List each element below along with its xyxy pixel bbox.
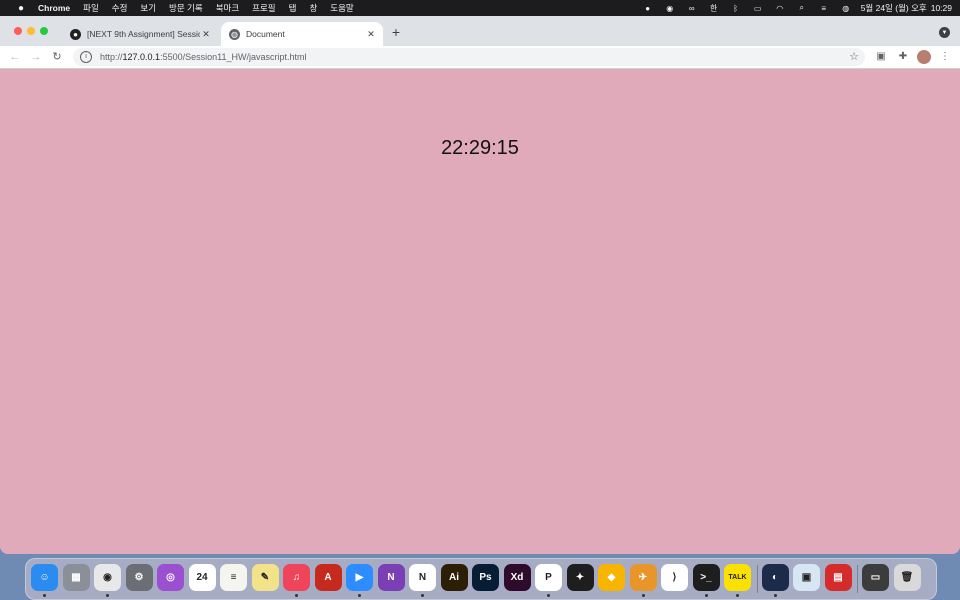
reload-icon[interactable]: ↻ [50, 50, 64, 64]
dock-running-indicator [421, 594, 424, 597]
dock-running-indicator [358, 594, 361, 597]
minimize-window-button[interactable] [27, 27, 35, 35]
dock: ☺ ▦ ◉ ⚙ ◎ 24 ≡ ✎ ♫ A ▶ N N Ai Ps Xd P ✦ ◆ ✈ ⟩ >_ TALK ◐ ▣ ▤ ▭ 🗑 [25, 558, 937, 600]
dock-app-notes-icon[interactable]: ≡ [220, 564, 247, 591]
dock-app-trash-icon[interactable]: 🗑 [893, 564, 921, 591]
dock-app-terminal-icon[interactable]: >_ [692, 564, 720, 591]
tab-github-assignment[interactable]: ● [NEXT 9th Assignment] Sessio ✕ [62, 22, 218, 46]
profile-avatar[interactable] [917, 50, 931, 64]
battery-icon[interactable]: ▭ [753, 4, 763, 13]
bookmark-star-icon[interactable]: ☆ [849, 50, 859, 63]
dock-app-music-icon[interactable]: ♫ [283, 564, 310, 591]
menu-item-edit[interactable]: 수정 [112, 2, 128, 14]
menu-item-tab[interactable]: 탭 [289, 2, 297, 14]
url-host: 127.0.0.1 [122, 52, 161, 62]
dock-separator [756, 565, 758, 593]
back-arrow-icon[interactable]: ← [8, 50, 22, 64]
tab-document[interactable]: ◍ Document ✕ [221, 22, 383, 46]
github-icon: ● [70, 28, 81, 40]
bluetooth-icon[interactable]: ᛒ [731, 4, 741, 13]
dock-running-indicator [773, 594, 777, 597]
dock-app-illustrator-icon[interactable]: Ai [440, 564, 468, 591]
url-path: :5500/Session11_HW/javascript.html [160, 52, 307, 62]
dock-app-kakaotalk-icon[interactable]: TALK [724, 564, 751, 591]
dock-app-preview-icon[interactable]: ▣ [793, 564, 820, 591]
menu-item-history[interactable]: 방문 기록 [169, 2, 203, 14]
dock-running-indicator [547, 594, 550, 597]
menu-item-bookmarks[interactable]: 북마크 [216, 2, 239, 14]
tab-strip: ● [NEXT 9th Assignment] Sessio ✕ ◍ Docum… [0, 16, 960, 46]
tab-search-icon[interactable]: ▼ [939, 27, 950, 38]
screen-record-icon[interactable]: ● [643, 4, 653, 13]
tab-title: [NEXT 9th Assignment] Sessio [87, 29, 200, 39]
dock-app-sketch-icon[interactable]: ◆ [598, 564, 625, 591]
close-tab-icon[interactable]: ✕ [365, 29, 377, 40]
zoom-window-button[interactable] [40, 27, 48, 35]
dock-app-vs-code-icon[interactable]: ⟩ [661, 564, 688, 591]
dock-app-calendar-icon[interactable]: 24 [188, 564, 216, 591]
dock-running-indicator [43, 594, 46, 597]
close-window-button[interactable] [14, 27, 22, 35]
dock-app-cinema-4d-icon[interactable]: ◐ [761, 564, 789, 591]
extensions-puzzle-icon[interactable]: ✚ [896, 50, 910, 64]
wifi-icon[interactable]: ◠ [775, 4, 785, 13]
dock-running-indicator [641, 594, 645, 597]
spotlight-search-icon[interactable]: ⌕ [797, 3, 807, 13]
menu-item-file[interactable]: 파일 [83, 2, 99, 14]
globe-icon: ◍ [229, 28, 240, 40]
dock-app-xd-icon[interactable]: Xd [503, 564, 531, 591]
dock-app-launchpad-icon[interactable]: ▦ [62, 564, 90, 591]
apple-menu-icon[interactable]: ● [14, 3, 28, 14]
tab-title: Document [246, 29, 285, 39]
dock-app-photo-booth-icon[interactable]: ▤ [824, 564, 852, 591]
menu-app-name[interactable]: Chrome [38, 3, 70, 13]
creative-cloud-icon[interactable]: ∞ [687, 4, 697, 13]
notification-icon[interactable]: ◉ [665, 4, 675, 13]
new-tab-button[interactable]: + [389, 25, 403, 39]
dock-app-notion-icon[interactable]: N [409, 564, 436, 591]
dock-app-system-preferences-icon[interactable]: ⚙ [125, 564, 153, 591]
dock-app-finder-icon[interactable]: ☺ [31, 564, 58, 591]
dock-app-picpick-icon[interactable]: P [535, 564, 562, 591]
siri-icon[interactable]: ◍ [841, 4, 851, 13]
address-url[interactable]: http://127.0.0.1:5500/Session11_HW/javas… [100, 52, 306, 62]
page-content: 22:29:15 [0, 69, 960, 554]
dock-separator [857, 565, 858, 593]
digital-clock: 22:29:15 [441, 137, 519, 159]
address-bar[interactable]: i http://127.0.0.1:5500/Session11_HW/jav… [73, 48, 865, 66]
dock-running-indicator [736, 594, 739, 597]
menu-item-view[interactable]: 보기 [140, 2, 156, 14]
menu-item-profile[interactable]: 프로필 [252, 2, 275, 14]
menubar-time[interactable]: 10:29 [931, 3, 952, 13]
status-area: ● ◉ ∞ 한 ᛒ ▭ ◠ ⌕ ≡ ◍ 5월 24일 (월) 오후 10:29 [631, 0, 952, 16]
dock-app-podcasts-icon[interactable]: ◎ [157, 564, 184, 591]
menubar-date[interactable]: 5월 24일 (월) 오후 [861, 2, 927, 14]
dock-running-indicator [704, 594, 708, 597]
dock-app-acrobat-icon[interactable]: A [314, 564, 342, 591]
dock-running-indicator [295, 594, 298, 597]
forward-arrow-icon[interactable]: → [29, 50, 43, 64]
browser-toolbar: ← → ↻ i http://127.0.0.1:5500/Session11_… [0, 46, 960, 69]
dock-app-stickies-icon[interactable]: ✎ [251, 564, 279, 591]
dock-app-zoom-icon[interactable]: ▶ [346, 564, 373, 591]
dock-app-figma-icon[interactable]: ✦ [566, 564, 594, 591]
browser-window: ● [NEXT 9th Assignment] Sessio ✕ ◍ Docum… [0, 16, 960, 554]
dock-running-indicator [106, 594, 109, 597]
site-info-icon[interactable]: i [80, 51, 92, 63]
dock-app-chrome-icon[interactable]: ◉ [94, 564, 121, 591]
close-tab-icon[interactable]: ✕ [200, 29, 212, 40]
menu-item-window[interactable]: 창 [309, 2, 317, 14]
input-source-indicator[interactable]: 한 [709, 4, 719, 13]
menu-item-help[interactable]: 도움말 [330, 2, 353, 14]
dock-app-photoshop-icon[interactable]: Ps [472, 564, 499, 591]
reading-list-icon[interactable]: ▣ [874, 50, 888, 64]
url-prefix: http:// [100, 52, 123, 62]
dock-app-downloads-icon[interactable]: ▭ [862, 564, 889, 591]
dock-app-cyberduck-icon[interactable]: ✈ [629, 564, 657, 591]
more-menu-icon[interactable]: ⋮ [938, 50, 952, 64]
menu-bar: ● Chrome 파일 수정 보기 방문 기록 북마크 프로필 탭 창 도움말 … [0, 0, 960, 16]
control-center-icon[interactable]: ≡ [819, 4, 829, 13]
dock-app-onenote-icon[interactable]: N [377, 564, 405, 591]
